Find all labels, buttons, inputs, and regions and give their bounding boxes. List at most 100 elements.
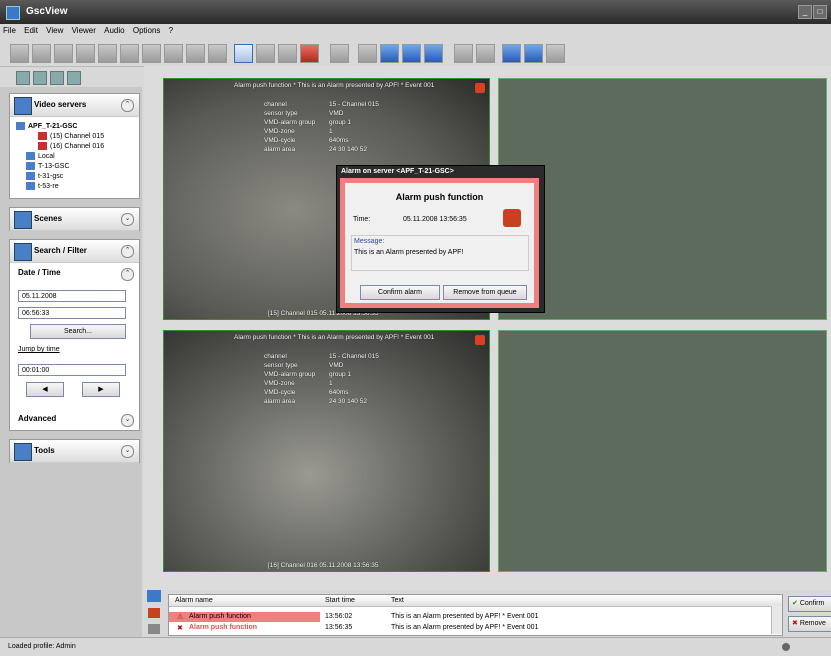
view-c-button[interactable] <box>402 44 421 63</box>
tree-server-t31[interactable]: t-31-gsc <box>26 172 63 180</box>
scenes-panel: Scenes ⌄ <box>9 207 140 231</box>
tools-header[interactable]: Tools ⌄ <box>10 440 139 463</box>
grid-select-button[interactable] <box>278 44 297 63</box>
server-icon <box>26 172 35 180</box>
layout-a-button[interactable] <box>164 44 183 63</box>
confirm-alarm-button[interactable]: Confirm alarm <box>360 285 440 300</box>
app-icon <box>6 6 20 20</box>
advanced-expand-icon[interactable]: ⌄ <box>121 414 134 427</box>
table-row[interactable]: ⚠ Alarm push function 13:56:02 This is a… <box>169 612 782 622</box>
layout-custom-button[interactable] <box>142 44 161 63</box>
restore-button[interactable]: □ <box>813 5 827 19</box>
layout-9-button[interactable] <box>98 44 117 63</box>
empty-tile-bottom-right[interactable] <box>498 330 827 572</box>
overlay-key: VMD-alarm group <box>264 371 316 378</box>
date-field[interactable]: 05.11.2008 <box>18 290 126 302</box>
overlay-key: channel <box>264 101 287 108</box>
tree-channel-label: (16) Channel 016 <box>50 142 105 150</box>
menu-audio[interactable]: Audio <box>101 24 127 35</box>
cell-alarm-name: Alarm push function <box>189 624 258 631</box>
overlay-value: 1 <box>329 380 333 387</box>
view-d-button[interactable] <box>424 44 443 63</box>
servers-icon[interactable] <box>16 71 30 85</box>
view-a-button[interactable] <box>358 44 377 63</box>
menu-view[interactable]: View <box>43 24 66 35</box>
camera-caption: [16] Channel 016 05.11.2008 13:56:35 <box>268 562 379 569</box>
tree-server-t53[interactable]: t-53-re <box>26 182 59 190</box>
alarm-queue-icon[interactable] <box>148 608 160 618</box>
overlay-value: 24 30 140 52 <box>329 146 367 153</box>
video-servers-header[interactable]: Video servers ⌃ <box>10 94 139 117</box>
overlay-key: VMD-zone <box>264 380 295 387</box>
save-icon[interactable] <box>502 44 521 63</box>
layout-4-button[interactable] <box>54 44 73 63</box>
message-label: Message: <box>354 238 385 245</box>
single-view-button[interactable] <box>234 44 253 63</box>
expand-icon[interactable]: ⌄ <box>121 445 134 458</box>
column-text[interactable]: Text <box>391 597 404 604</box>
column-alarm-name[interactable]: Alarm name <box>175 597 213 604</box>
alarm-view-button[interactable] <box>300 44 319 63</box>
save-as-icon[interactable] <box>524 44 543 63</box>
time-field[interactable]: 06:56:33 <box>18 307 126 319</box>
layout-b-button[interactable] <box>186 44 205 63</box>
overlay-value: VMD <box>329 110 344 117</box>
cut-icon[interactable] <box>476 44 495 63</box>
tree-server-label: APF_T-21-GSC <box>28 122 78 130</box>
menu-file[interactable]: File <box>0 24 19 35</box>
tools-icon[interactable] <box>67 71 81 85</box>
jump-forward-button[interactable]: ▶ <box>82 382 120 397</box>
layout-icon[interactable] <box>33 71 47 85</box>
tools-icon <box>14 443 32 461</box>
tree-channel-15[interactable]: (15) Channel 015 <box>38 132 104 140</box>
menu-help[interactable]: ? <box>166 24 176 35</box>
scenes-header[interactable]: Scenes ⌄ <box>10 208 139 231</box>
tree-server-t13[interactable]: T-13-GSC <box>26 162 70 170</box>
overlay-title: Alarm push function * This is an Alarm p… <box>234 82 435 89</box>
remove-label: Remove <box>799 620 826 627</box>
view-b-button[interactable] <box>380 44 399 63</box>
remove-button[interactable]: ✖ Remove <box>788 616 831 632</box>
confirm-button[interactable]: ✔ Confirm <box>788 596 831 612</box>
overlay-value: 24 30 140 52 <box>329 398 367 405</box>
column-start-time[interactable]: Start time <box>325 597 355 604</box>
alarm-heading: Alarm push function <box>395 192 484 202</box>
camera-alarm-icon <box>38 142 47 150</box>
time-value: 06:56:33 <box>22 310 50 317</box>
camera-tile-16[interactable]: Alarm push function * This is an Alarm p… <box>163 330 490 572</box>
remove-from-queue-button[interactable]: Remove from queue <box>443 285 527 300</box>
search-filter-title: Search / Filter <box>34 246 87 255</box>
search-icon[interactable] <box>50 71 64 85</box>
jump-back-button[interactable]: ◀ <box>26 382 64 397</box>
print-icon[interactable] <box>546 44 565 63</box>
collapse-icon[interactable]: ⌃ <box>121 99 134 112</box>
layout-1-button[interactable] <box>10 44 29 63</box>
table-row[interactable]: ✖ Alarm push function 13:56:35 This is a… <box>169 623 782 633</box>
tree-server-local[interactable]: Local <box>26 152 55 160</box>
menu-edit[interactable]: Edit <box>21 24 41 35</box>
snapshot-button[interactable] <box>256 44 275 63</box>
row-alarm-icon: ✖ <box>177 625 183 632</box>
table-scrollbar[interactable] <box>771 606 782 634</box>
layout-6-button[interactable] <box>76 44 95 63</box>
tree-channel-16[interactable]: (16) Channel 016 <box>38 142 104 150</box>
close-view-button[interactable] <box>330 44 349 63</box>
settings-icon[interactable] <box>148 624 160 634</box>
collapse-icon[interactable]: ⌃ <box>121 245 134 258</box>
layout-16-button[interactable] <box>120 44 139 63</box>
layout-c-button[interactable] <box>208 44 227 63</box>
play-icon[interactable] <box>147 590 161 602</box>
date-time-collapse-icon[interactable]: ⌃ <box>121 268 134 281</box>
minimize-button[interactable]: _ <box>798 5 812 19</box>
search-button[interactable]: Search... <box>30 324 126 339</box>
empty-tile-top-right[interactable] <box>498 78 827 320</box>
tree-server-main[interactable]: APF_T-21-GSC <box>16 122 77 130</box>
layout-2-button[interactable] <box>32 44 51 63</box>
export-button[interactable] <box>454 44 473 63</box>
menu-options[interactable]: Options <box>130 24 164 35</box>
jump-time-field[interactable]: 00:01:00 <box>18 364 126 376</box>
search-icon <box>14 243 32 261</box>
expand-icon[interactable]: ⌄ <box>121 213 134 226</box>
menu-viewer[interactable]: Viewer <box>69 24 99 35</box>
search-filter-header[interactable]: Search / Filter ⌃ <box>10 240 139 263</box>
